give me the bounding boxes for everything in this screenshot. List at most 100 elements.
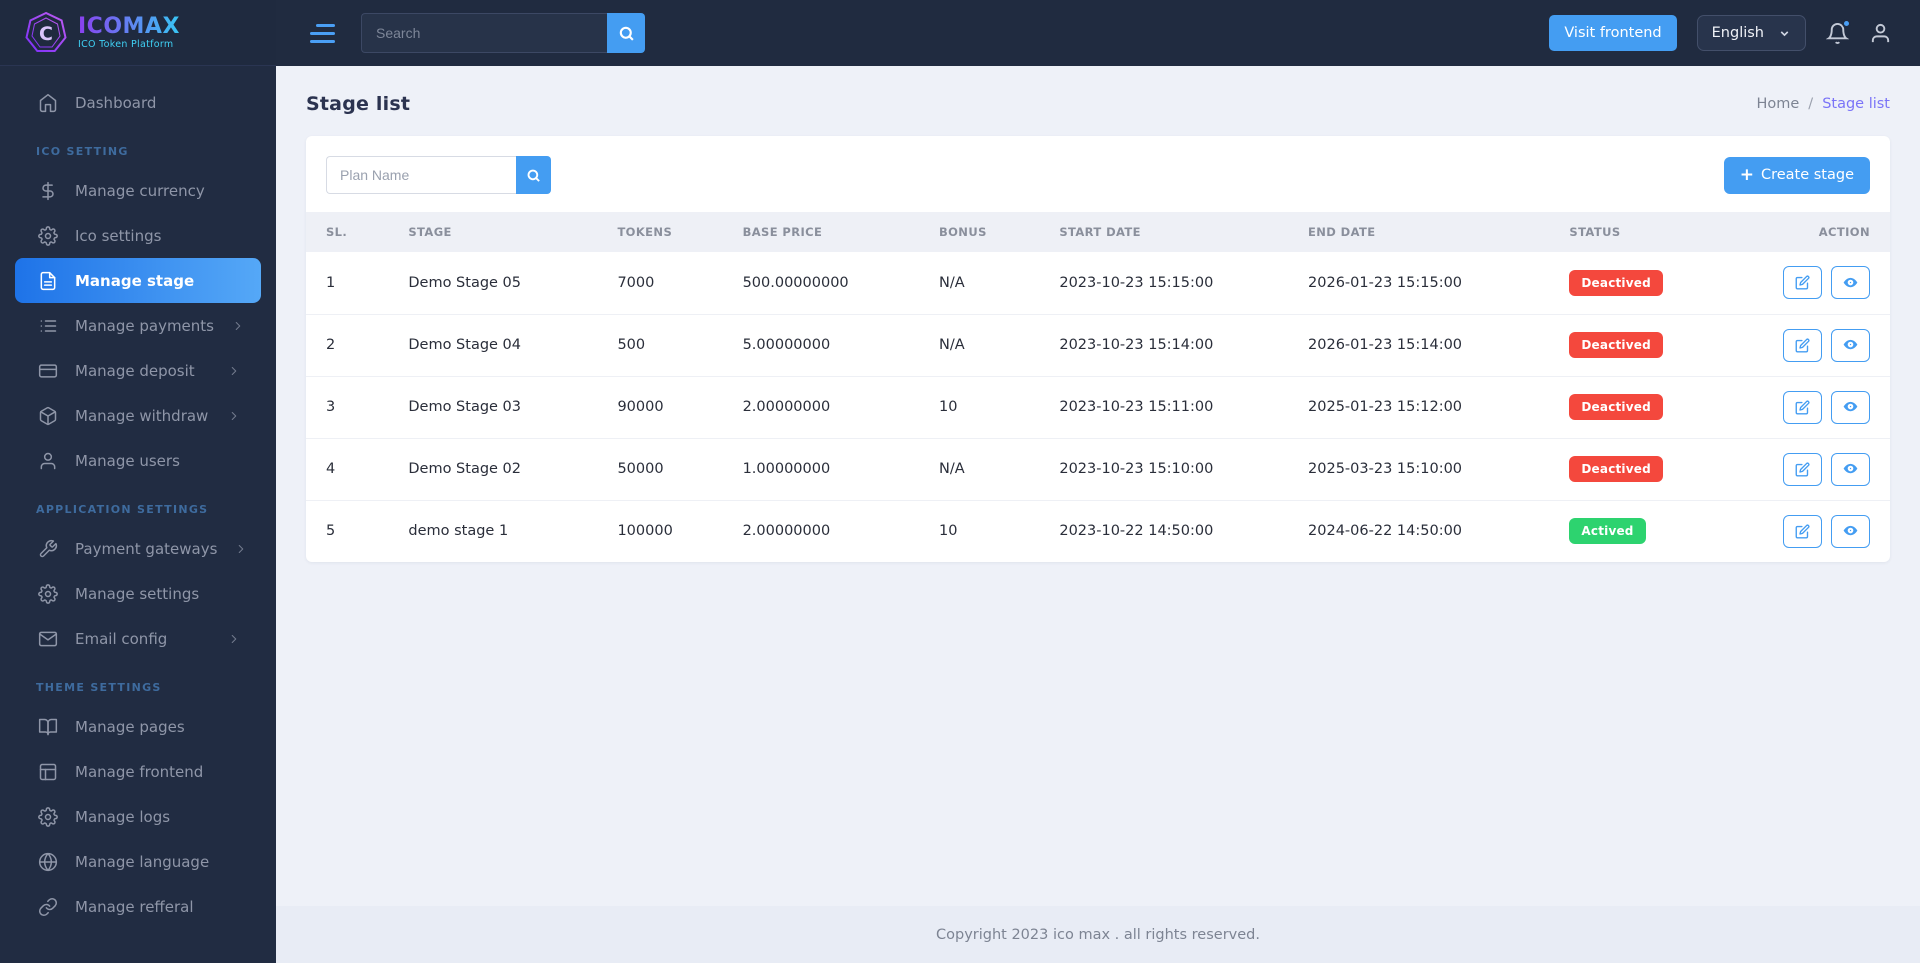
sidebar-item-manage-refferal[interactable]: Manage refferal [15, 884, 261, 929]
sidebar-item-ico-settings[interactable]: Ico settings [15, 213, 261, 258]
wrench-icon [37, 538, 58, 559]
view-stage-button[interactable] [1831, 328, 1870, 362]
sidebar-section-heading: APPLICATION SETTINGS [36, 503, 209, 516]
sidebar-item-manage-language[interactable]: Manage language [15, 839, 261, 884]
sidebar-item-manage-payments[interactable]: Manage payments [15, 303, 261, 348]
sidebar-item-manage-stage[interactable]: Manage stage [15, 258, 261, 303]
view-stage-button[interactable] [1831, 514, 1870, 548]
search-button[interactable] [607, 13, 645, 53]
cell-tokens: 7000 [617, 274, 655, 291]
create-stage-button[interactable]: + Create stage [1723, 156, 1870, 194]
cell-end-date: 2026-01-23 15:14:00 [1288, 313, 1550, 376]
table-header-row: SL. STAGE TOKENS BASE PRICE BONUS START DATE E… [306, 212, 1890, 252]
stage-table: SL. STAGE TOKENS BASE PRICE BONUS START DATE E… [306, 212, 1890, 562]
cell-status: Deactived [1549, 437, 1749, 500]
cell-stage: Demo Stage 02 [388, 437, 598, 500]
sidebar-item-payment-gateways[interactable]: Payment gateways [15, 526, 261, 571]
column-header: TOKENS [597, 212, 723, 252]
cell-bonus: 10 [918, 375, 1040, 438]
gear-icon [37, 225, 58, 246]
sidebar-item-manage-deposit[interactable]: Manage deposit [15, 348, 261, 393]
cell-base-price: 1.00000000 [722, 437, 919, 500]
view-stage-button[interactable] [1831, 390, 1870, 424]
sidebar-item-label: Manage logs [75, 807, 171, 826]
topbar: Visit frontend English [276, 0, 1920, 66]
user-menu-icon[interactable] [1869, 22, 1892, 45]
sidebar-item-email-config[interactable]: Email config [15, 616, 261, 661]
topbar-search [361, 13, 645, 53]
cell-end-date: 2026-01-23 15:15:00 [1308, 274, 1463, 291]
status-badge: Deactived [1569, 269, 1663, 296]
globe-icon [37, 851, 58, 872]
dollar-icon [37, 180, 58, 201]
mail-icon [37, 628, 58, 649]
sidebar-item-label: Manage language [75, 852, 210, 871]
book-icon [37, 716, 58, 737]
hamburger-menu-button[interactable] [306, 20, 339, 47]
edit-icon [1795, 400, 1810, 415]
view-stage-button[interactable] [1831, 266, 1870, 300]
status-badge: Deactived [1569, 332, 1663, 358]
cell-sl: 2 [306, 313, 389, 376]
status-badge: Deactived [1569, 394, 1663, 420]
notifications-bell-icon[interactable] [1826, 18, 1851, 45]
edit-stage-button[interactable] [1783, 452, 1822, 486]
breadcrumb-home-link[interactable]: Home [1756, 96, 1799, 112]
sidebar-item-manage-users[interactable]: Manage users [15, 438, 261, 483]
link-icon [37, 896, 58, 917]
edit-icon [1795, 462, 1810, 477]
sidebar-item-label: Ico settings [75, 226, 162, 245]
cell-base-price: 2.00000000 [722, 499, 919, 562]
sidebar-item-manage-logs[interactable]: Manage logs [15, 794, 261, 839]
brand-tagline: ICO Token Platform [78, 39, 174, 51]
view-stage-button[interactable] [1831, 452, 1870, 486]
sidebar-item-label: Manage users [75, 451, 180, 470]
visit-frontend-button[interactable]: Visit frontend [1549, 15, 1677, 51]
search-input[interactable] [361, 13, 607, 53]
sidebar-item-label: Manage stage [75, 271, 195, 290]
eye-icon [1843, 337, 1859, 353]
cell-tokens: 500 [597, 313, 723, 376]
package-icon [37, 405, 58, 426]
sidebar-item-manage-settings[interactable]: Manage settings [15, 571, 261, 616]
cell-start-date: 2023-10-23 15:10:00 [1039, 437, 1289, 500]
language-select[interactable]: English [1696, 15, 1806, 51]
cell-action [1748, 375, 1890, 438]
sidebar-item-label: Manage pages [75, 717, 185, 736]
sidebar-item-manage-pages[interactable]: Manage pages [15, 704, 261, 749]
table-row: 4 Demo Stage 02 50000 1.00000000 N/A 2023-10-… [306, 437, 1890, 500]
language-selected-value: English [1711, 25, 1764, 41]
eye-icon [1843, 399, 1859, 415]
sidebar-item-manage-withdraw[interactable]: Manage withdraw [15, 393, 261, 438]
sidebar-item-dashboard[interactable]: Dashboard [15, 80, 261, 125]
sidebar-item-label: Payment gateways [75, 539, 218, 558]
plan-name-search-button[interactable] [516, 156, 551, 194]
column-header: START DATE [1039, 212, 1289, 252]
plus-icon: + [1739, 164, 1754, 185]
sidebar-item-label: Manage deposit [75, 361, 195, 380]
gear-icon [37, 583, 58, 604]
file-icon [37, 270, 58, 291]
cell-status: Deactived [1549, 375, 1749, 438]
edit-stage-button[interactable] [1783, 390, 1822, 424]
sidebar-section-heading: THEME SETTINGS [36, 681, 162, 694]
column-header: BASE PRICE [722, 212, 919, 252]
sidebar-item-manage-frontend[interactable]: Manage frontend [15, 749, 261, 794]
cell-sl: 1 [326, 274, 336, 291]
breadcrumb: Home / Stage list [1756, 96, 1890, 112]
cell-stage: Demo Stage 04 [388, 313, 598, 376]
edit-stage-button[interactable] [1783, 514, 1822, 548]
sidebar-item-manage-currency[interactable]: Manage currency [15, 168, 261, 213]
cell-action [1749, 252, 1890, 314]
eye-icon [1843, 461, 1859, 477]
edit-stage-button[interactable] [1783, 266, 1822, 300]
column-header: BONUS [918, 212, 1040, 252]
list-icon [37, 315, 58, 336]
cell-bonus: 10 [918, 499, 1040, 562]
brand[interactable]: C ICOMAX ICO Token Platform [0, 0, 276, 66]
search-icon [618, 25, 635, 42]
cell-base-price: 500.00000000 [742, 274, 849, 291]
sidebar-item-label: Manage refferal [75, 897, 194, 916]
plan-name-input[interactable] [326, 156, 516, 194]
edit-stage-button[interactable] [1783, 328, 1822, 362]
